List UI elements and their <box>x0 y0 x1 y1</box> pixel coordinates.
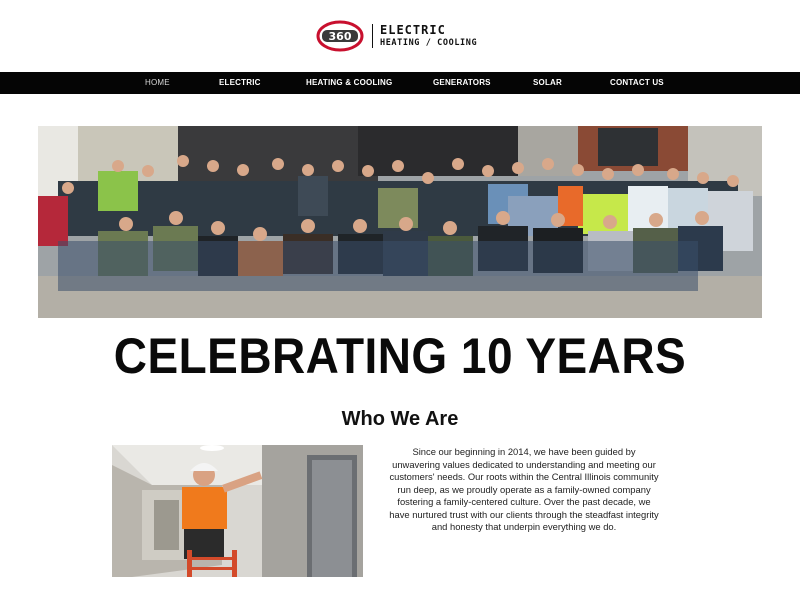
nav-item-home[interactable]: HOME <box>145 72 170 94</box>
hero-team-photo <box>38 126 762 318</box>
logo-badge-icon: 360 <box>316 20 364 52</box>
main-nav: HOME ELECTRIC HEATING & COOLING GENERATO… <box>0 72 800 94</box>
logo-divider <box>372 24 373 48</box>
logo-wordmark: ELECTRIC HEATING / COOLING <box>380 24 477 48</box>
logo-line-electric: ELECTRIC <box>380 23 446 38</box>
nav-item-generators[interactable]: GENERATORS <box>433 72 491 94</box>
worker-photo <box>112 445 363 577</box>
nav-item-heating-cooling[interactable]: HEATING & COOLING <box>306 72 392 94</box>
about-paragraph: Since our beginning in 2014, we have bee… <box>389 446 659 533</box>
nav-item-electric[interactable]: ELECTRIC <box>219 72 261 94</box>
section-title-who-we-are: Who We Are <box>341 408 459 430</box>
nav-item-solar[interactable]: SOLAR <box>533 72 562 94</box>
nav-item-contact-us[interactable]: CONTACT US <box>610 72 664 94</box>
logo-line-hvac: HEATING / COOLING <box>380 38 478 49</box>
brand-logo[interactable]: 360 ELECTRIC HEATING / COOLING <box>316 20 477 52</box>
logo-number: 360 <box>329 30 352 43</box>
headline-celebrating: CELEBRATING 10 YEARS <box>113 328 687 384</box>
site-header: 360 ELECTRIC HEATING / COOLING <box>0 0 800 72</box>
